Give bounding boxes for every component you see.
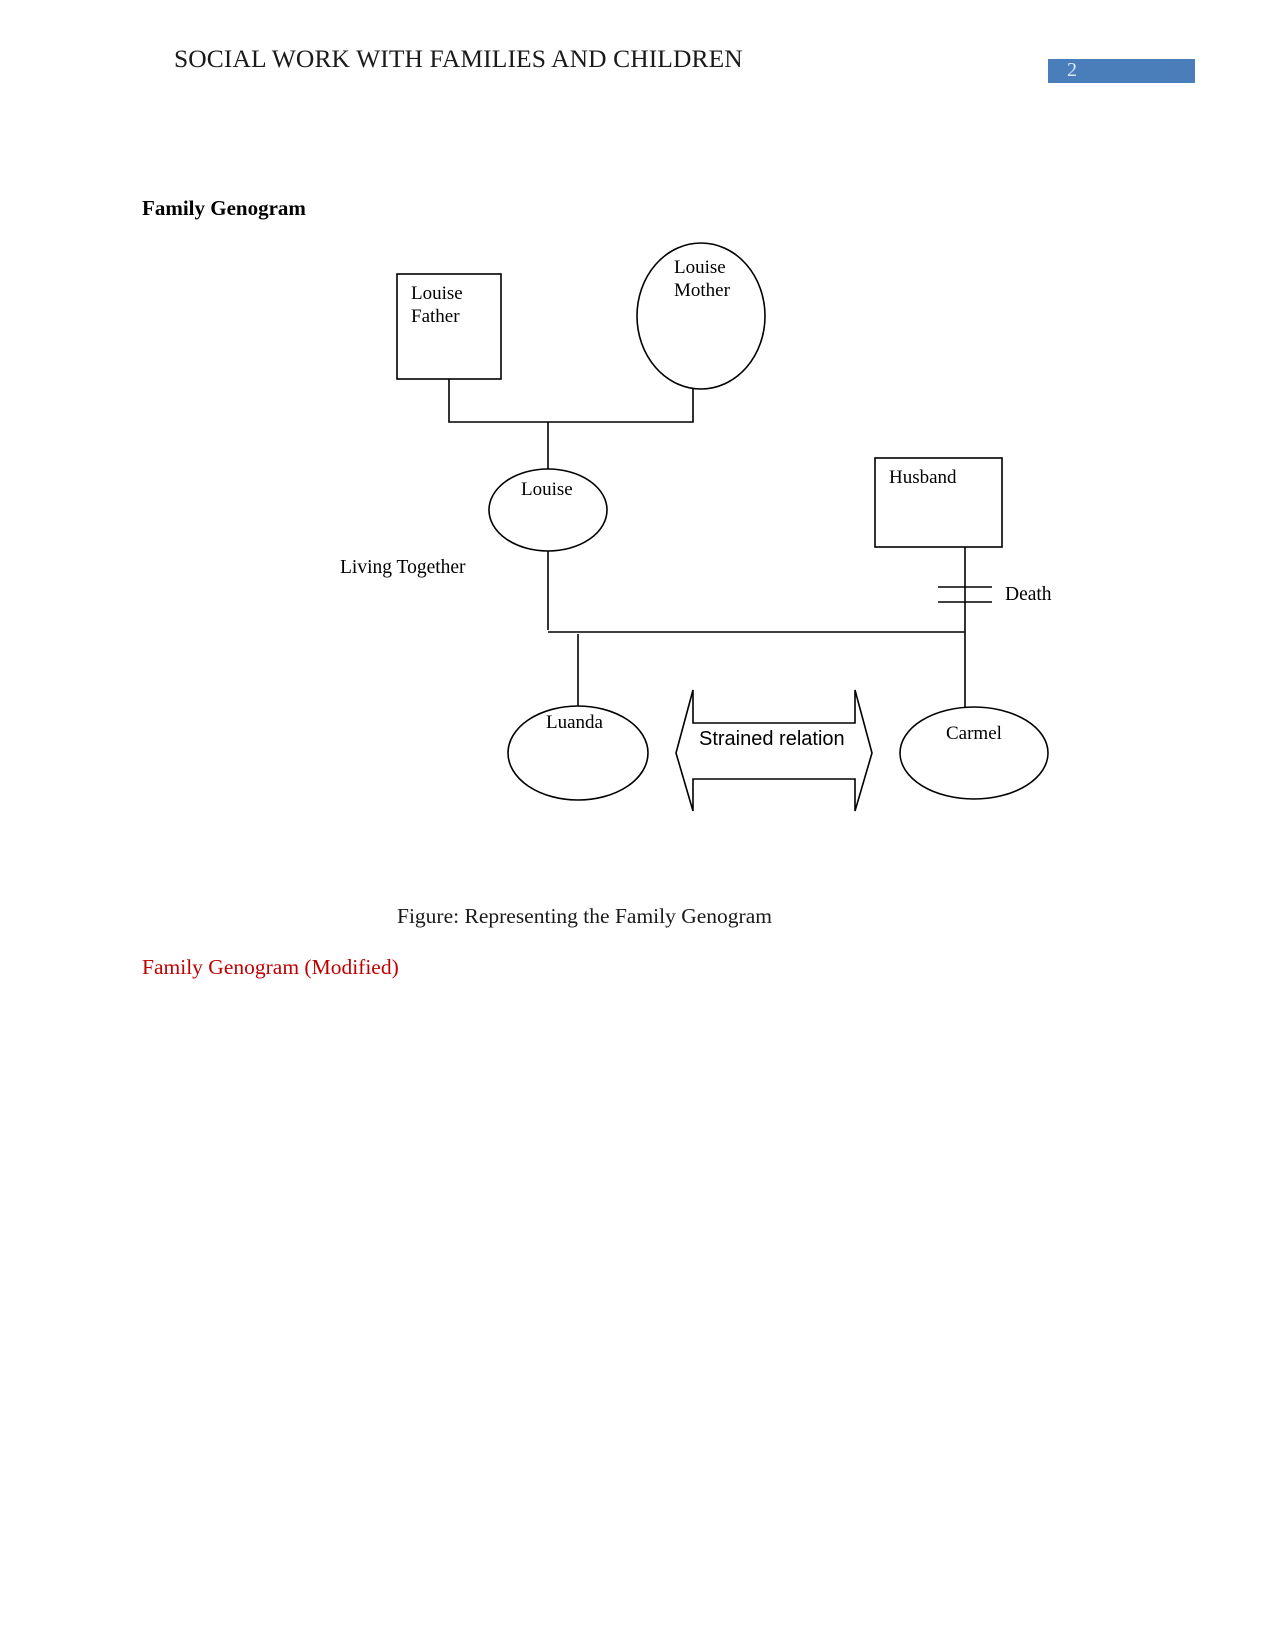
page-number-text: 2 bbox=[1067, 59, 1077, 81]
node-carmel-label: Carmel bbox=[946, 723, 1002, 744]
modified-genogram-heading: Family Genogram (Modified) bbox=[142, 955, 399, 979]
header-title: SOCIAL WORK WITH FAMILIES AND CHILDREN bbox=[174, 44, 743, 73]
node-louise-mother-shape bbox=[636, 242, 766, 390]
node-louise-label: Louise bbox=[521, 479, 573, 500]
page-number-badge: 2 bbox=[1048, 59, 1195, 83]
node-luanda-shape bbox=[507, 705, 649, 801]
node-louise-mother-label: Louise Mother bbox=[674, 257, 730, 301]
node-louise-father-shape bbox=[396, 273, 502, 380]
page-title: Family Genogram bbox=[142, 196, 306, 220]
node-luanda-label: Luanda bbox=[546, 712, 603, 733]
node-husband-shape bbox=[874, 457, 1003, 548]
strained-relation-arrow bbox=[675, 689, 873, 812]
document-page: SOCIAL WORK WITH FAMILIES AND CHILDREN 2… bbox=[0, 0, 1275, 1650]
relation-strained-label: Strained relation bbox=[699, 728, 845, 750]
relation-death-label: Death bbox=[1005, 584, 1052, 605]
node-husband-label: Husband bbox=[889, 467, 957, 488]
node-carmel-shape bbox=[899, 706, 1049, 800]
node-louise-father-label: Louise Father bbox=[411, 283, 463, 327]
relation-living-together-label: Living Together bbox=[340, 557, 466, 578]
genogram-canvas bbox=[396, 242, 1049, 812]
connector-parents bbox=[448, 379, 694, 423]
node-louise-shape bbox=[488, 468, 608, 552]
family-genogram-diagram: Louise Father Louise Mother Louise Husba… bbox=[0, 0, 1275, 1650]
figure-caption: Figure: Representing the Family Genogram bbox=[397, 904, 772, 928]
